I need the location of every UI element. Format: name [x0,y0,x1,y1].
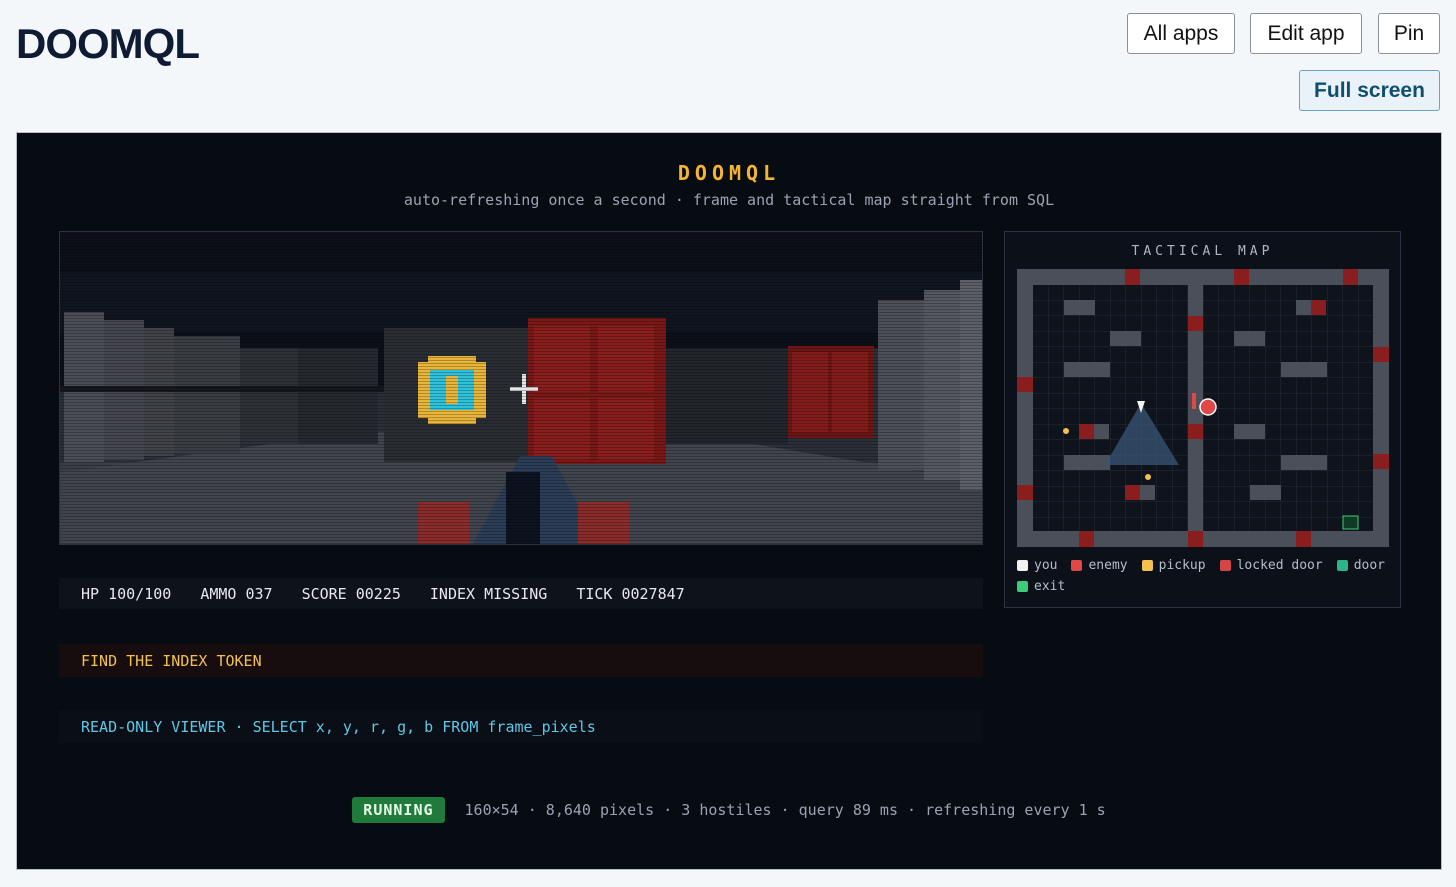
hp-readout: HP 100/100 [81,584,172,603]
legend-exit: exit [1017,579,1065,594]
tactical-map [1017,269,1389,547]
all-apps-button[interactable]: All apps [1127,13,1235,54]
game-title: DOOMQL [677,161,781,185]
score-readout: SCORE 00225 [301,584,401,603]
edit-app-button[interactable]: Edit app [1250,13,1362,54]
map-legend: you enemy pickup locked door door exit [1017,558,1387,594]
legend-locked-door: locked door [1219,558,1323,573]
game-stage: DOOMQL auto-refreshing once a second · f… [16,132,1442,870]
game-viewport [59,231,983,545]
game-subtitle: auto-refreshing once a second · frame an… [403,191,1055,209]
app-title: DOOMQL [16,20,200,67]
legend-you: you [1017,558,1057,573]
legend-enemy: enemy [1071,558,1128,573]
legend-door: door [1336,558,1385,573]
tick-readout: TICK 0027847 [576,584,685,603]
tactical-map-title: TACTICAL MAP [1131,244,1274,259]
ammo-readout: AMMO 037 [200,584,273,603]
objective-banner: FIND THE INDEX TOKEN [59,644,983,677]
sql-query-line: READ-ONLY VIEWER · SELECT x, y, r, g, b … [59,710,983,743]
running-badge: RUNNING [352,797,445,823]
pin-button[interactable]: Pin [1378,13,1440,54]
hud-bar: HP 100/100 AMMO 037 SCORE 00225 INDEX MI… [59,578,983,609]
full-screen-button[interactable]: Full screen [1299,70,1440,111]
status-row: RUNNING 160×54 · 8,640 pixels · 3 hostil… [17,797,1441,823]
index-readout: INDEX MISSING [429,584,548,603]
legend-pickup: pickup [1141,558,1206,573]
tactical-map-panel: TACTICAL MAP you enemy pickup locked doo… [1004,231,1401,608]
status-info: 160×54 · 8,640 pixels · 3 hostiles · que… [464,801,1106,819]
